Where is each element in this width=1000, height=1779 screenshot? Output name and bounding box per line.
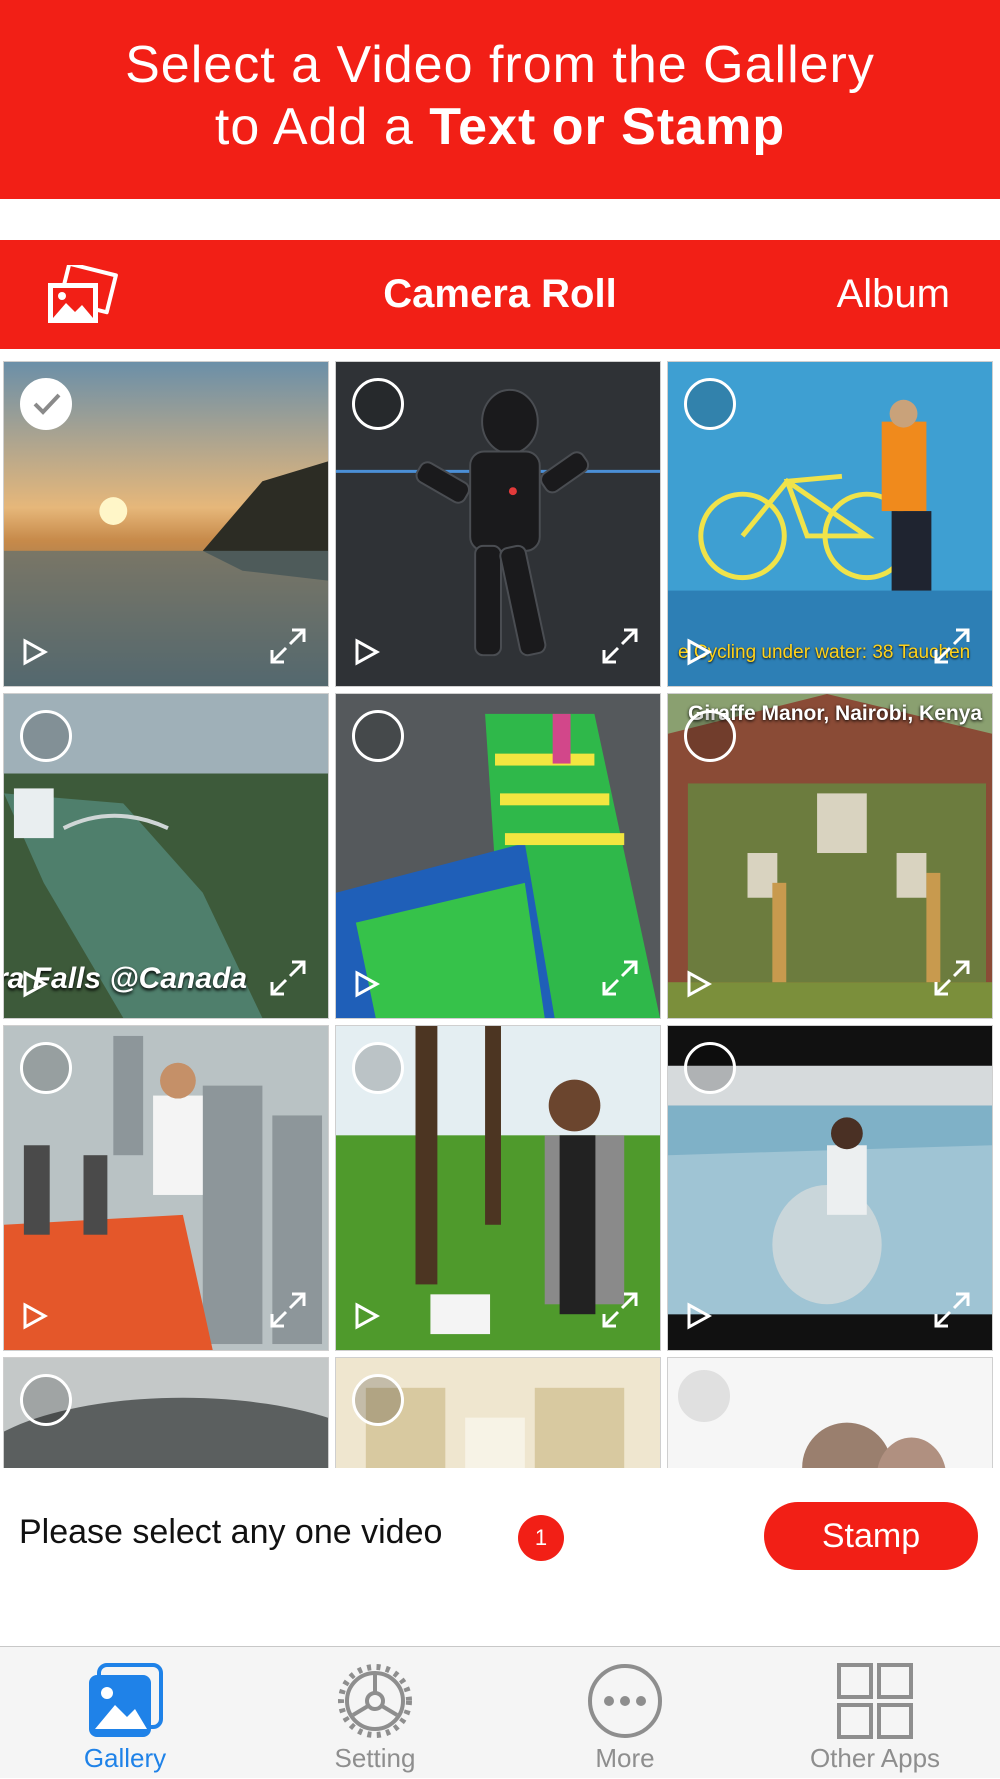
video-thumbnail[interactable]: Giraffe Manor, Nairobi, Kenya [667,693,993,1019]
video-thumbnail[interactable] [335,1025,661,1351]
play-icon [687,1302,712,1330]
expand-icon[interactable] [932,1290,972,1330]
stamp-button[interactable]: Stamp [764,1502,978,1570]
selection-circle[interactable] [20,1042,72,1094]
video-thumbnail[interactable] [3,361,329,687]
video-thumbnail[interactable] [335,361,661,687]
expand-icon[interactable] [268,626,308,666]
video-thumbnail[interactable] [667,1357,993,1468]
tab-label: Setting [334,1743,416,1773]
video-thumbnail[interactable] [667,1025,993,1351]
expand-icon[interactable] [932,958,972,998]
selection-circle[interactable] [352,710,404,762]
tab-other-apps[interactable]: Other Apps [750,1647,1000,1779]
selection-status-bar: Please select any one video 1 Stamp [0,1468,1000,1646]
promo-banner: Select a Video from the Gallery to Add a… [0,0,1000,199]
gallery-icon [89,1663,163,1737]
expand-icon[interactable] [600,626,640,666]
video-thumbnail[interactable] [335,693,661,1019]
promo-line-1: Select a Video from the Gallery [125,36,875,94]
tab-label: More [595,1743,655,1773]
play-icon [687,970,712,998]
play-icon [355,638,380,666]
tab-setting[interactable]: Setting [250,1647,500,1779]
selection-circle[interactable] [20,710,72,762]
more-icon [588,1664,662,1738]
navigation-bar: Camera Roll Album [0,240,1000,349]
selection-hint: Please select any one video [19,1513,443,1551]
expand-icon[interactable] [932,626,972,666]
selection-circle[interactable] [352,1374,404,1426]
selection-circle[interactable] [684,1042,736,1094]
selection-circle[interactable] [678,1370,730,1422]
play-icon [23,1302,48,1330]
selection-circle[interactable] [352,378,404,430]
video-thumbnail[interactable]: ra Falls @Canada [3,693,329,1019]
selection-circle[interactable] [684,710,736,762]
play-icon [355,1302,380,1330]
selection-count-badge: 1 [518,1515,564,1561]
expand-icon[interactable] [600,1290,640,1330]
video-thumbnail[interactable] [3,1357,329,1468]
video-grid: e Cycling under water: 38 Tauchen ra Fal… [0,361,1000,1468]
thumbnail-caption: e Cycling under water: 38 Tauchen [678,642,971,663]
promo-line-2: to Add a Text or Stamp [0,96,1000,158]
tab-bar: Gallery Setting More Other Apps [0,1646,1000,1778]
video-thumbnail[interactable] [3,1025,329,1351]
expand-icon[interactable] [268,1290,308,1330]
promo-line-2-prefix: to Add a [214,98,430,156]
gear-icon [338,1664,412,1738]
tab-label: Other Apps [809,1743,941,1773]
video-thumbnail[interactable] [335,1357,661,1468]
selection-circle[interactable] [352,1042,404,1094]
album-button[interactable]: Album [837,240,950,349]
photos-icon[interactable] [44,261,120,329]
play-icon [23,638,48,666]
selection-checkmark[interactable] [20,378,72,430]
selection-circle[interactable] [684,378,736,430]
grid-icon [837,1663,913,1739]
play-icon [23,970,48,998]
tab-label: Gallery [83,1743,167,1773]
tab-gallery[interactable]: Gallery [0,1647,250,1779]
selection-circle[interactable] [20,1374,72,1426]
promo-line-2-bold: Text or Stamp [429,98,786,156]
tab-more[interactable]: More [500,1647,750,1779]
play-icon [355,970,380,998]
expand-icon[interactable] [600,958,640,998]
play-icon [687,638,712,666]
video-thumbnail[interactable]: e Cycling under water: 38 Tauchen [667,361,993,687]
expand-icon[interactable] [268,958,308,998]
